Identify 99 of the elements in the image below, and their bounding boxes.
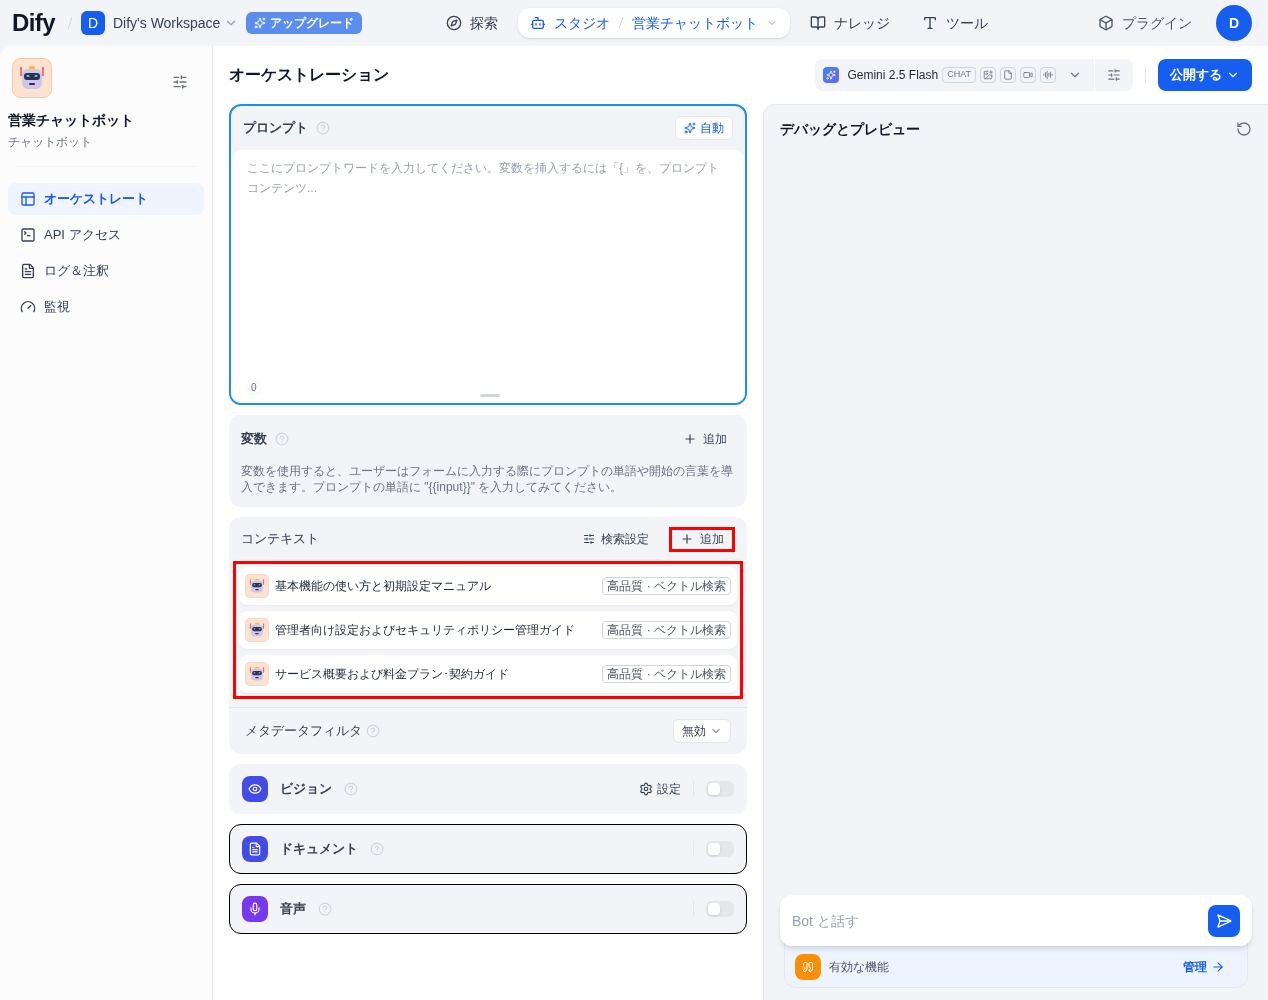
nav-label: ツール xyxy=(946,14,989,33)
character-count: 0 xyxy=(247,380,261,395)
knowledge-name: サービス概要および料金プラン･契約ガイド xyxy=(275,666,509,682)
model-settings-icon[interactable] xyxy=(1107,68,1121,82)
feature-toggle[interactable] xyxy=(706,901,734,917)
gear-icon xyxy=(639,782,653,796)
help-icon[interactable] xyxy=(275,432,289,446)
sidebar-item[interactable]: ログ＆注釈 xyxy=(8,255,204,287)
publish-button[interactable]: 公開する xyxy=(1158,59,1252,91)
book-icon xyxy=(810,15,827,31)
feature-toggle[interactable] xyxy=(706,841,734,857)
auto-button[interactable]: 自動 xyxy=(675,116,733,140)
workspace-avatar: D xyxy=(80,11,105,35)
help-icon[interactable] xyxy=(344,782,358,796)
knowledge-item[interactable]: 基本機能の使い方と初期設定マニュアル 高品質 · ベクトル検索 xyxy=(239,567,737,605)
feature-toggle[interactable] xyxy=(706,781,734,797)
terminal-icon xyxy=(20,227,36,243)
model-icon xyxy=(823,67,840,83)
window-icon xyxy=(20,191,36,207)
prompt-input[interactable]: ここにプロンプトワードを入力してください。変数を挿入するには「{」を、プロンプトコンテンツ... xyxy=(247,158,729,380)
quote-icon xyxy=(795,954,821,980)
sparkle-icon xyxy=(684,122,696,134)
workspace-name[interactable]: Dify's Workspace xyxy=(112,13,221,33)
app-type: チャットボット xyxy=(8,134,93,150)
help-icon[interactable] xyxy=(316,121,330,135)
nav-tab[interactable]: スタジオ 営業チャットボット xyxy=(518,8,791,38)
retrieval-settings-button[interactable]: 検索設定 xyxy=(583,531,649,547)
add-context-button[interactable]: 追加 xyxy=(669,526,735,552)
variables-description: 変数を使用すると、ユーザーはフォームに入力する際にプロンプトの単語や開始の言葉を導入できます。プロンプトの単語に "{{input}}" を入力してみてください。 xyxy=(241,463,734,495)
feature-settings-button[interactable]: 設定 xyxy=(639,781,681,797)
robot-icon xyxy=(530,15,547,31)
dataset-icon xyxy=(245,574,269,598)
knowledge-name: 管理者向け設定およびセキュリティポリシー管理ガイド xyxy=(275,622,575,638)
sparkle-icon xyxy=(254,17,267,29)
model-mode-tag: CHAT xyxy=(942,67,976,83)
sidebar-item[interactable]: 監視 xyxy=(8,291,204,323)
sliders-icon xyxy=(583,533,595,545)
nav-label: 探索 xyxy=(470,14,499,33)
app-breadcrumb[interactable]: 営業チャットボット xyxy=(632,13,759,33)
dataset-icon xyxy=(245,662,269,686)
video-icon xyxy=(1020,67,1036,83)
retrieval-tag: 高品質 · ベクトル検索 xyxy=(602,577,731,595)
feature-label: ドキュメント xyxy=(280,840,358,859)
help-icon[interactable] xyxy=(318,902,332,916)
context-title: コンテキスト xyxy=(241,530,319,549)
nav-label: ナレッジ xyxy=(834,14,891,33)
knowledge-item[interactable]: 管理者向け設定およびセキュリティポリシー管理ガイド 高品質 · ベクトル検索 xyxy=(239,611,737,649)
slash-icon xyxy=(618,16,625,30)
document-icon xyxy=(20,263,36,279)
nav-tab[interactable]: ツール xyxy=(910,8,1001,38)
manage-link[interactable]: 管理 xyxy=(1183,959,1225,975)
settings-icon[interactable] xyxy=(172,74,188,90)
send-icon xyxy=(1216,912,1232,929)
sidebar-item[interactable]: API アクセス xyxy=(8,219,204,251)
model-selector[interactable]: Gemini 2.5 Flash CHAT xyxy=(815,59,1133,91)
reset-icon[interactable] xyxy=(1236,120,1252,137)
help-icon[interactable] xyxy=(370,842,384,856)
dify-logo[interactable]: Dify xyxy=(12,5,55,41)
gauge-icon xyxy=(20,299,36,315)
feature-label: ビジョン xyxy=(280,780,332,799)
metadata-filter-select[interactable]: 無効 xyxy=(673,719,731,743)
knowledge-name: 基本機能の使い方と初期設定マニュアル xyxy=(275,578,491,594)
image-icon xyxy=(980,67,996,83)
send-button[interactable] xyxy=(1208,904,1240,937)
chat-input[interactable]: Bot と話す xyxy=(780,895,1252,946)
dataset-icon xyxy=(245,618,269,642)
model-name: Gemini 2.5 Flash xyxy=(847,67,939,83)
app-icon xyxy=(12,58,52,98)
app-name: 営業チャットボット xyxy=(8,111,135,130)
help-icon[interactable] xyxy=(366,724,380,738)
plugins-link[interactable]: プラグイン xyxy=(1122,13,1192,33)
chat-field[interactable]: Bot と話す xyxy=(792,910,1208,931)
feature-label: 音声 xyxy=(280,900,306,919)
prompt-field[interactable]: ここにプロンプトワードを入力してください。変数を挿入するには「{」を、プロンプトコンテンツ... 0 xyxy=(231,150,745,403)
plus-icon xyxy=(683,432,697,446)
retrieval-tag: 高品質 · ベクトル検索 xyxy=(602,665,731,683)
nav-tab[interactable]: ナレッジ xyxy=(798,8,903,38)
debug-title: デバッグとプレビュー xyxy=(780,119,920,139)
document-icon xyxy=(242,836,268,862)
nav-label: スタジオ xyxy=(554,14,611,33)
file-icon xyxy=(1000,67,1016,83)
retrieval-tag: 高品質 · ベクトル検索 xyxy=(602,621,731,639)
cube-icon xyxy=(1098,15,1114,31)
nav-tab[interactable]: 探索 xyxy=(434,8,511,38)
plus-icon xyxy=(680,532,694,546)
microphone-icon xyxy=(242,896,268,922)
knowledge-item[interactable]: サービス概要および料金プラン･契約ガイド 高品質 · ベクトル検索 xyxy=(239,655,737,693)
metadata-filter-label: メタデータフィルタ xyxy=(245,722,362,741)
slash-icon xyxy=(66,16,73,30)
eye-icon xyxy=(242,776,268,802)
compass-icon xyxy=(446,15,463,31)
enabled-features-label: 有効な機能 xyxy=(829,959,889,975)
page-title: オーケストレーション xyxy=(229,65,389,85)
add-variable-button[interactable]: 追加 xyxy=(683,431,727,447)
user-avatar[interactable]: D xyxy=(1216,5,1252,41)
prompt-title: プロンプト xyxy=(243,119,308,138)
sidebar-item[interactable]: オーケストレート xyxy=(8,183,204,215)
audio-icon xyxy=(1040,67,1056,83)
variables-title: 変数 xyxy=(241,430,267,449)
